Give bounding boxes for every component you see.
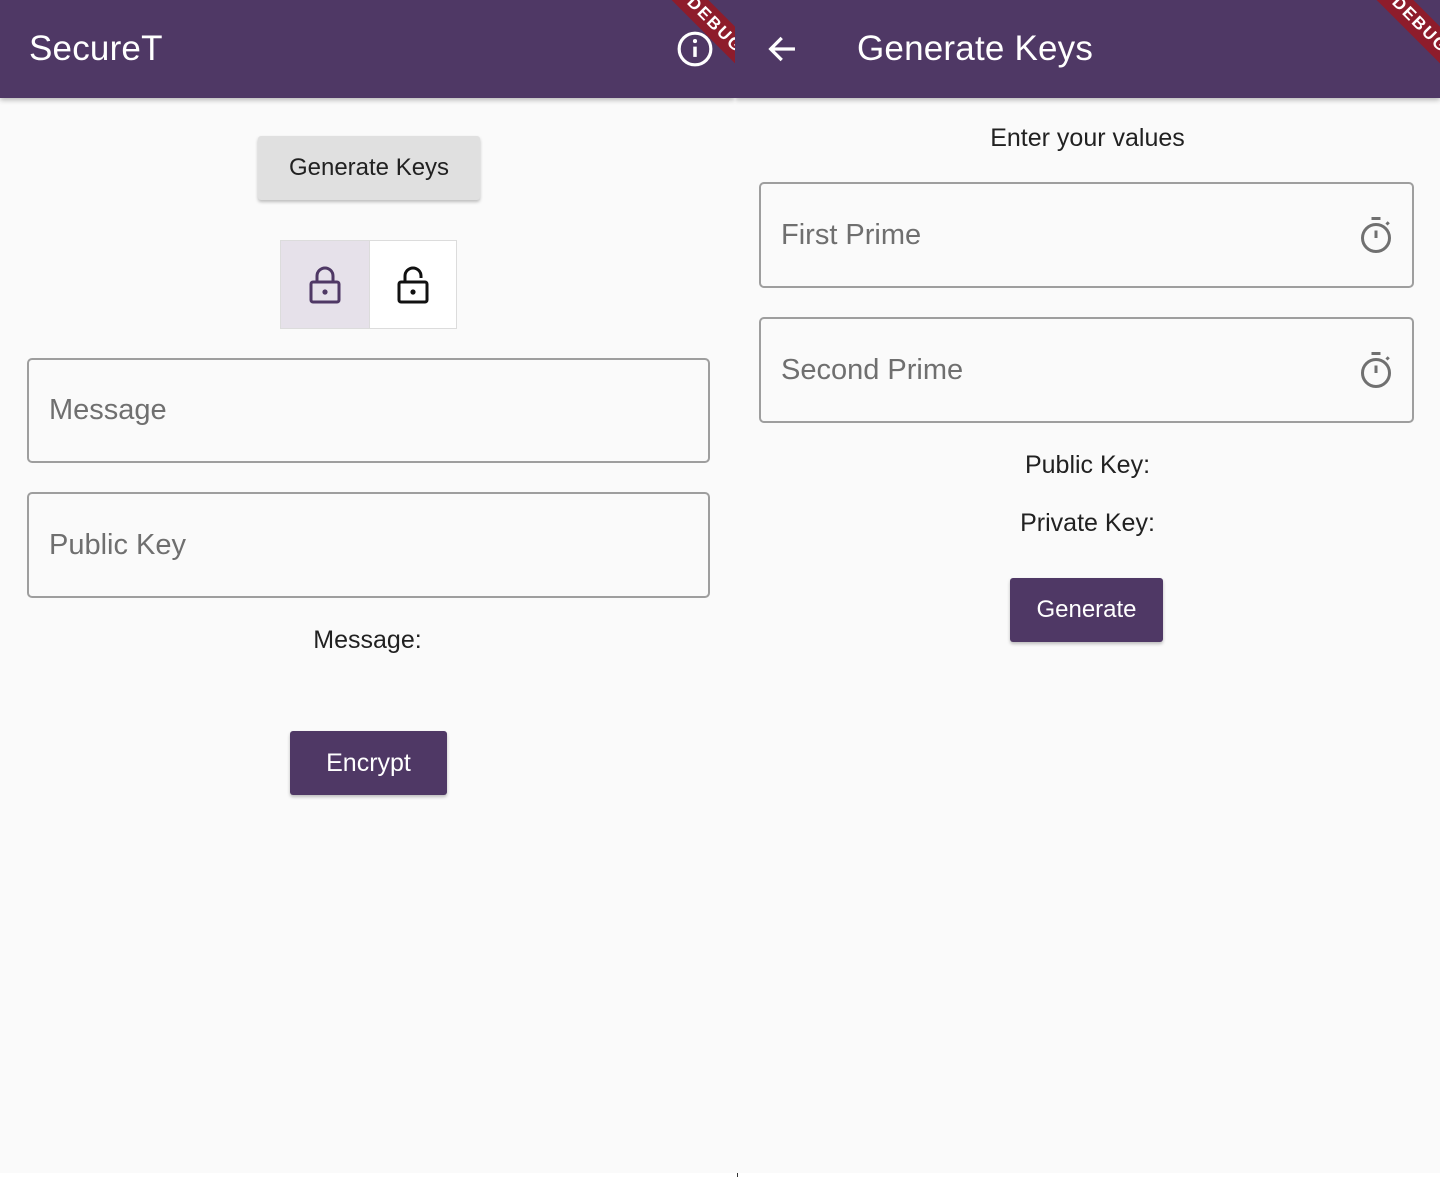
unlock-icon [397,266,429,303]
app-bar: SecureT [0,0,735,98]
main-screen: SecureT DEBUG Generate Keys Message Publ… [0,0,735,1173]
encrypt-decrypt-toggle [280,240,457,329]
info-button[interactable] [646,0,735,98]
back-button[interactable] [735,0,829,98]
timer-icon [1358,319,1394,421]
generate-keys-button[interactable]: Generate Keys [258,136,480,200]
app-title: SecureT [29,29,163,68]
info-circle-icon [677,31,713,67]
app-bar: Generate Keys [735,0,1440,98]
message-output-label: Message: [313,626,422,654]
private-key-label: Private Key: [1020,509,1155,537]
instruction-text: Enter your values [990,124,1185,152]
generate-button[interactable]: Generate [1010,578,1163,642]
generate-keys-screen: Generate Keys DEBUG Enter your values Fi… [735,0,1440,1173]
encrypt-mode-toggle[interactable] [281,241,369,328]
screen-title: Generate Keys [857,29,1094,68]
timer-icon [1358,184,1394,286]
decrypt-mode-toggle[interactable] [368,241,456,328]
public-key-label: Public Key: [1024,451,1151,479]
second-prime-input[interactable]: Second Prime [759,317,1414,423]
first-prime-input[interactable]: First Prime [759,182,1414,288]
first-prime-placeholder: First Prime [781,218,922,251]
public-key-input[interactable]: Public Key [27,492,710,598]
divider-mark [737,1173,738,1177]
lock-icon [309,266,341,303]
public-key-placeholder: Public Key [49,528,187,561]
message-input[interactable]: Message [27,358,710,463]
message-placeholder: Message [49,394,167,426]
encrypt-button[interactable]: Encrypt [290,731,447,795]
arrow-back-icon [768,36,795,62]
second-prime-placeholder: Second Prime [781,353,964,386]
